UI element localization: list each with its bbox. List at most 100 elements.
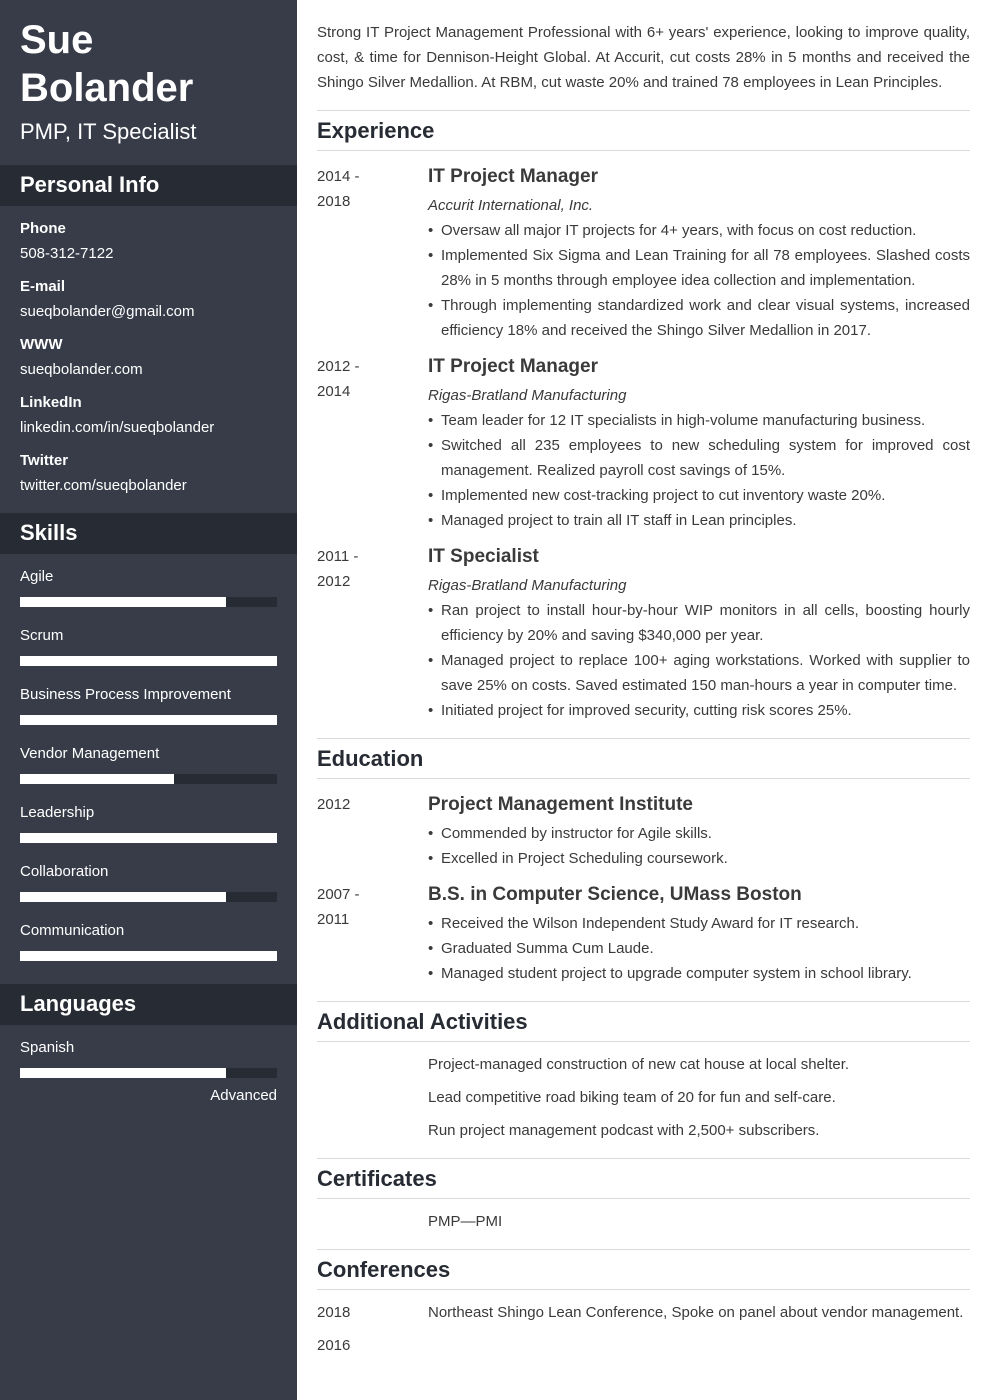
profile-summary: Strong IT Project Management Professiona… bbox=[317, 24, 970, 91]
bullet-item: Graduated Summa Cum Laude. bbox=[428, 936, 970, 961]
info-label-twitter: Twitter bbox=[20, 452, 69, 469]
date-start: 2007 - bbox=[317, 886, 360, 903]
skill-bar-fill bbox=[20, 774, 175, 784]
education-heading: Education bbox=[317, 746, 424, 771]
education-date: 2007 - 2011 bbox=[317, 882, 407, 932]
info-value-twitter[interactable]: twitter.com/sueqbolander bbox=[20, 477, 187, 495]
bullet-item: Managed project to train all IT staff in… bbox=[428, 508, 970, 533]
conference-year: 2016 bbox=[317, 1337, 351, 1354]
skill-label: Collaboration bbox=[20, 863, 109, 880]
bullet-list: Received the Wilson Independent Study Aw… bbox=[428, 911, 970, 986]
personal-info-header: Personal Info bbox=[0, 165, 297, 206]
experience-entry: IT Specialist Rigas-Bratland Manufacturi… bbox=[428, 544, 970, 723]
section-divider bbox=[317, 1289, 970, 1290]
info-label-email: E-mail bbox=[20, 278, 66, 295]
date-start: 2011 - bbox=[317, 548, 359, 565]
skills-header: Skills bbox=[0, 513, 297, 554]
date-end: 2018 bbox=[317, 193, 351, 210]
skills-heading: Skills bbox=[20, 520, 78, 545]
entry-org: Rigas-Bratland Manufacturing bbox=[428, 577, 627, 594]
full-name: Sue Bolander bbox=[20, 16, 193, 112]
skill-label: Leadership bbox=[20, 804, 95, 821]
conference-text: Northeast Shingo Lean Conference, Spoke … bbox=[428, 1304, 964, 1321]
section-divider bbox=[317, 1158, 970, 1159]
skill-label: Scrum bbox=[20, 627, 64, 644]
bullet-item: Managed project to replace 100+ aging wo… bbox=[428, 648, 970, 698]
skill-label: Agile bbox=[20, 568, 54, 585]
bullet-item: Team leader for 12 IT specialists in hig… bbox=[428, 408, 970, 433]
bullet-item: Initiated project for improved security,… bbox=[428, 698, 970, 723]
skill-bar bbox=[20, 597, 277, 607]
bullet-item: Implemented new cost-tracking project to… bbox=[428, 483, 970, 508]
language-bar bbox=[20, 1068, 277, 1078]
languages-heading: Languages bbox=[20, 991, 137, 1016]
section-divider bbox=[317, 1249, 970, 1250]
experience-date: 2012 - 2014 bbox=[317, 354, 407, 404]
bullet-list: Ran project to install hour-by-hour WIP … bbox=[428, 598, 970, 723]
section-divider bbox=[317, 738, 970, 739]
skill-bar-fill bbox=[20, 597, 226, 607]
skill-bar bbox=[20, 656, 277, 666]
skill-bar-fill bbox=[20, 715, 277, 725]
language-level-label: Advanced bbox=[210, 1087, 277, 1104]
bullet-item: Oversaw all major IT projects for 4+ yea… bbox=[428, 218, 970, 243]
section-divider bbox=[317, 110, 970, 111]
info-label-linkedin: LinkedIn bbox=[20, 394, 82, 411]
info-value-www[interactable]: sueqbolander.com bbox=[20, 361, 143, 379]
bullet-item: Ran project to install hour-by-hour WIP … bbox=[428, 598, 970, 648]
bullet-list: Commended by instructor for Agile skills… bbox=[428, 821, 970, 871]
skill-bar-fill bbox=[20, 951, 277, 961]
conference-year: 2018 bbox=[317, 1304, 351, 1321]
skill-bar-fill bbox=[20, 656, 277, 666]
date-start: 2014 - bbox=[317, 168, 360, 185]
skill-bar bbox=[20, 951, 277, 961]
conferences-heading: Conferences bbox=[317, 1257, 451, 1282]
info-value-linkedin[interactable]: linkedin.com/in/sueqbolander bbox=[20, 419, 214, 437]
info-value-phone[interactable]: 508-312-7122 bbox=[20, 245, 113, 263]
education-entry: Project Management Institute Commended b… bbox=[428, 792, 970, 871]
education-entry: B.S. in Computer Science, UMass Boston R… bbox=[428, 882, 970, 986]
experience-date: 2014 - 2018 bbox=[317, 164, 407, 214]
activities-heading: Additional Activities bbox=[317, 1009, 528, 1034]
language-bar-fill bbox=[20, 1068, 226, 1078]
experience-heading: Experience bbox=[317, 118, 435, 143]
first-name: Sue bbox=[20, 18, 94, 62]
certificates-heading: Certificates bbox=[317, 1166, 437, 1191]
languages-header: Languages bbox=[0, 984, 297, 1025]
info-label-phone: Phone bbox=[20, 220, 66, 237]
info-label-www: WWW bbox=[20, 336, 63, 353]
skill-bar bbox=[20, 774, 277, 784]
date-end: 2014 bbox=[317, 383, 351, 400]
skill-label: Vendor Management bbox=[20, 745, 160, 762]
skill-label: Business Process Improvement bbox=[20, 686, 231, 703]
job-title: PMP, IT Specialist bbox=[20, 119, 197, 144]
skill-bar bbox=[20, 833, 277, 843]
entry-org: Accurit International, Inc. bbox=[428, 197, 594, 214]
bullet-item: Excelled in Project Scheduling coursewor… bbox=[428, 846, 970, 871]
bullet-item: Through implementing standardized work a… bbox=[428, 293, 970, 343]
personal-info-heading: Personal Info bbox=[20, 172, 160, 197]
activity-item: Project-managed construction of new cat … bbox=[428, 1056, 850, 1073]
entry-org: Rigas-Bratland Manufacturing bbox=[428, 387, 627, 404]
language-label: Spanish bbox=[20, 1039, 75, 1056]
bullet-item: Switched all 235 employees to new schedu… bbox=[428, 433, 970, 483]
date-end: 2011 bbox=[317, 911, 350, 928]
skill-bar bbox=[20, 715, 277, 725]
section-divider bbox=[317, 1041, 970, 1042]
bullet-list: Team leader for 12 IT specialists in hig… bbox=[428, 408, 970, 533]
date-start: 2012 - bbox=[317, 358, 360, 375]
skill-bar bbox=[20, 892, 277, 902]
bullet-list: Oversaw all major IT projects for 4+ yea… bbox=[428, 218, 970, 343]
experience-entry: IT Project Manager Rigas-Bratland Manufa… bbox=[428, 354, 970, 533]
date-start: 2012 bbox=[317, 796, 351, 813]
certificate-item: PMP—PMI bbox=[428, 1213, 503, 1230]
bullet-item: Implemented Six Sigma and Lean Training … bbox=[428, 243, 970, 293]
entry-title: IT Project Manager bbox=[428, 356, 598, 377]
experience-date: 2011 - 2012 bbox=[317, 544, 407, 594]
entry-title: Project Management Institute bbox=[428, 794, 693, 815]
section-divider bbox=[317, 150, 970, 151]
bullet-item: Managed student project to upgrade compu… bbox=[428, 961, 970, 986]
bullet-item: Received the Wilson Independent Study Aw… bbox=[428, 911, 970, 936]
info-value-email[interactable]: sueqbolander@gmail.com bbox=[20, 303, 195, 321]
last-name: Bolander bbox=[20, 66, 194, 110]
